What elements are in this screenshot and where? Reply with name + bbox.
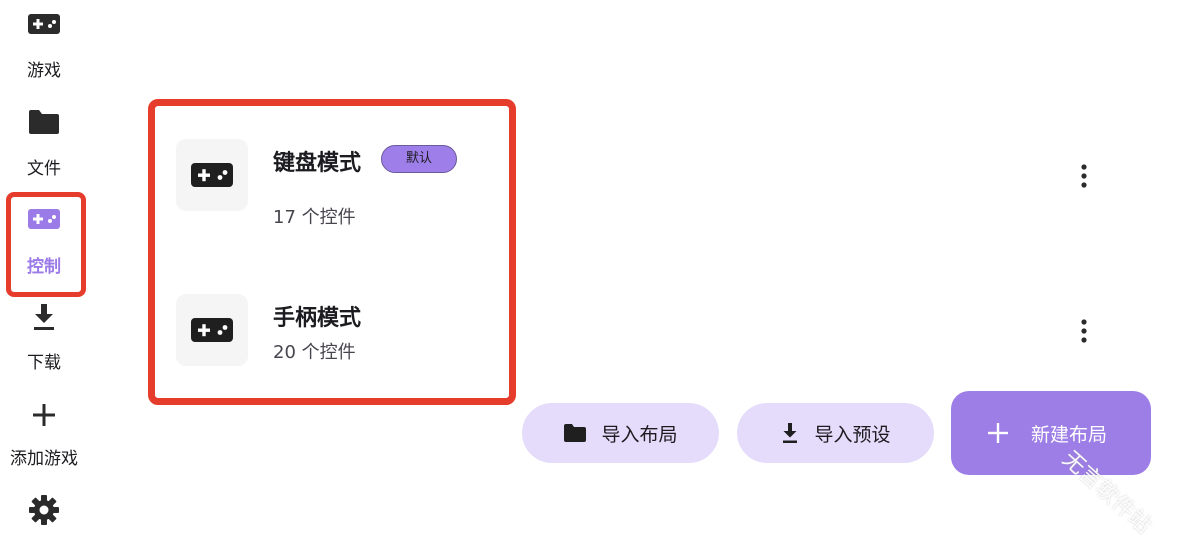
plus-icon (988, 423, 1008, 443)
list-item[interactable]: 手柄模式 20 个控件 (160, 275, 1120, 395)
folder-icon (564, 424, 587, 442)
control-count: 17 个控件 (273, 207, 356, 228)
sidebar-item-label: 控制 (27, 257, 61, 277)
sidebar-item-label: 文件 (27, 159, 61, 179)
layout-thumbnail (176, 294, 248, 366)
sidebar-item-controls[interactable]: 控制 (0, 208, 88, 277)
import-preset-label: 导入预设 (814, 423, 891, 446)
gamepad-icon (28, 14, 60, 34)
more-vertical-icon (1081, 319, 1087, 343)
new-layout-label: 新建布局 (1031, 423, 1108, 446)
sidebar-item-label: 下载 (27, 353, 61, 373)
sidebar: 游戏 文件 控制 下载 添加游戏 (0, 0, 88, 525)
download-icon (783, 423, 798, 443)
layout-name: 手柄模式 (273, 306, 362, 331)
plus-icon (33, 404, 55, 426)
sidebar-item-settings[interactable] (0, 494, 88, 526)
import-preset-button[interactable]: 导入预设 (737, 403, 934, 463)
layout-thumbnail (176, 139, 248, 211)
control-count: 20 个控件 (273, 342, 356, 363)
more-menu-button[interactable] (1070, 156, 1098, 196)
folder-icon (29, 110, 59, 134)
gear-icon (29, 495, 59, 525)
sidebar-item-label: 游戏 (27, 61, 61, 81)
import-layout-button[interactable]: 导入布局 (522, 403, 719, 463)
new-layout-button[interactable]: 新建布局 (951, 391, 1151, 475)
default-badge: 默认 (381, 145, 457, 173)
gamepad-icon (191, 318, 233, 342)
gamepad-icon (28, 209, 60, 229)
import-layout-label: 导入布局 (601, 423, 678, 446)
list-item[interactable]: 键盘模式 默认 17 个控件 (160, 120, 1120, 240)
sidebar-item-games[interactable]: 游戏 (0, 12, 88, 81)
more-vertical-icon (1081, 164, 1087, 188)
more-menu-button[interactable] (1070, 311, 1098, 351)
download-icon (34, 304, 54, 330)
gamepad-icon (191, 163, 233, 187)
sidebar-item-label: 添加游戏 (10, 449, 78, 469)
sidebar-item-downloads[interactable]: 下载 (0, 302, 88, 373)
sidebar-item-add-game[interactable]: 添加游戏 (0, 402, 88, 469)
sidebar-item-files[interactable]: 文件 (0, 108, 88, 179)
layout-name: 键盘模式 (273, 151, 362, 176)
